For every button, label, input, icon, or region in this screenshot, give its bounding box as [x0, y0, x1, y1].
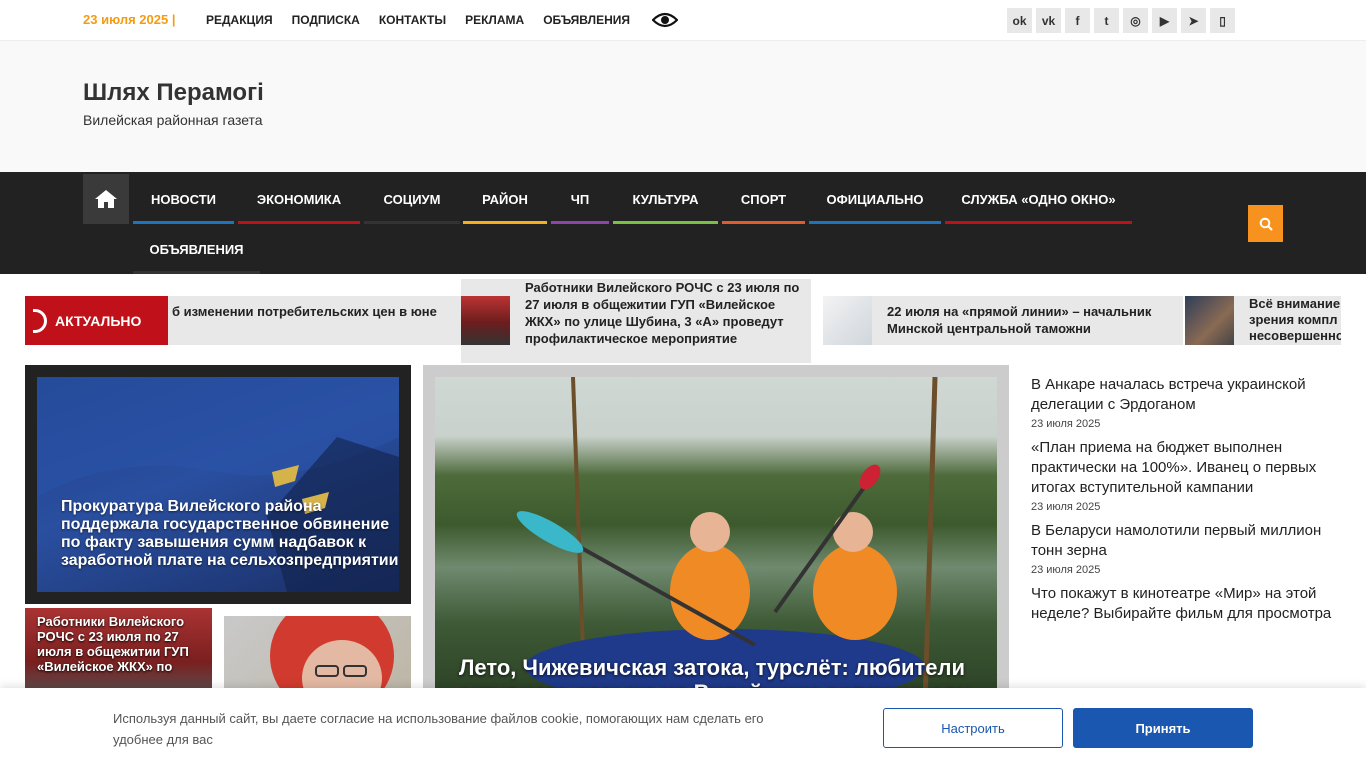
site-header: Шлях Перамогі Вилейская районная газета: [0, 41, 1366, 172]
top-nav-advertising[interactable]: РЕКЛАМА: [465, 13, 524, 27]
featured-left-card[interactable]: Прокуратура Вилейского района поддержала…: [25, 365, 411, 604]
twitter-icon[interactable]: t: [1094, 8, 1119, 33]
ticker-item[interactable]: Работники Вилейского РОЧС с 23 июля по 2…: [461, 279, 811, 363]
cookie-settings-button[interactable]: Настроить: [883, 708, 1063, 748]
top-nav: РЕДАКЦИЯ ПОДПИСКА КОНТАКТЫ РЕКЛАМА ОБЪЯВ…: [206, 13, 630, 27]
featured-left-title[interactable]: Прокуратура Вилейского района поддержала…: [61, 498, 399, 570]
nav-society[interactable]: СОЦИУМ: [364, 174, 460, 224]
current-date: 23 июля 2025 |: [83, 12, 175, 27]
site-title[interactable]: Шлях Перамогі: [83, 79, 264, 107]
nav-emergency[interactable]: ЧП: [551, 174, 609, 224]
cookie-accept-button[interactable]: Принять: [1073, 708, 1253, 748]
list-item: В Анкаре началась встреча украинской дел…: [1031, 375, 1341, 430]
site-subtitle: Вилейская районная газета: [83, 112, 263, 128]
top-nav-subscription[interactable]: ПОДПИСКА: [292, 13, 360, 27]
news-link[interactable]: В Анкаре началась встреча украинской дел…: [1031, 375, 1341, 415]
ticker-item-text: б изменении потребительских цен в юне: [172, 304, 437, 319]
list-item: «План приема на бюджет выполнен практиче…: [1031, 438, 1341, 513]
news-date: 23 июля 2025: [1031, 418, 1101, 430]
search-icon: [1259, 217, 1273, 231]
ticker-label-text: АКТУАЛЬНО: [55, 312, 142, 329]
instagram-icon[interactable]: ◎: [1123, 8, 1148, 33]
broadcast-icon: [33, 309, 47, 333]
home-icon: [95, 190, 117, 208]
nav-sport[interactable]: СПОРТ: [722, 174, 805, 224]
news-date: 23 июля 2025: [1031, 501, 1101, 513]
nav-announcements[interactable]: ОБЪЯВЛЕНИЯ: [133, 224, 260, 274]
nav-official[interactable]: ОФИЦИАЛЬНО: [809, 174, 941, 224]
top-nav-announcements[interactable]: ОБЪЯВЛЕНИЯ: [543, 13, 630, 27]
nav-culture[interactable]: КУЛЬТУРА: [613, 174, 718, 224]
search-button[interactable]: [1248, 205, 1283, 242]
nav-one-window[interactable]: СЛУЖБА «ОДНО ОКНО»: [945, 174, 1132, 224]
telegram-icon[interactable]: ➤: [1181, 8, 1206, 33]
ticker-item-text: Работники Вилейского РОЧС с 23 июля по 2…: [525, 280, 800, 346]
social-links: ok vk f t ◎ ▶ ➤ ▯: [1007, 8, 1235, 33]
news-date: 23 июля 2025: [1031, 564, 1101, 576]
ticker-label: АКТУАЛЬНО: [25, 296, 168, 345]
ticker-item[interactable]: б изменении потребительских цен в юне: [168, 296, 461, 345]
nav-news[interactable]: НОВОСТИ: [133, 174, 234, 224]
odnoklassniki-icon[interactable]: ok: [1007, 8, 1032, 33]
news-link[interactable]: В Беларуси намолотили первый миллион тон…: [1031, 521, 1341, 561]
ticker-thumbnail: [823, 296, 872, 345]
main-nav: НОВОСТИ ЭКОНОМИКА СОЦИУМ РАЙОН ЧП КУЛЬТУ…: [0, 172, 1366, 274]
nav-district[interactable]: РАЙОН: [463, 174, 547, 224]
facebook-icon[interactable]: f: [1065, 8, 1090, 33]
news-link[interactable]: «План приема на бюджет выполнен практиче…: [1031, 438, 1341, 498]
small-card-left[interactable]: Работники Вилейского РОЧС с 23 июля по 2…: [25, 608, 212, 698]
featured-left-image: Прокуратура Вилейского района поддержала…: [37, 377, 399, 592]
nav-economy[interactable]: ЭКОНОМИКА: [238, 174, 360, 224]
top-nav-editorial[interactable]: РЕДАКЦИЯ: [206, 13, 273, 27]
youtube-icon[interactable]: ▶: [1152, 8, 1177, 33]
date-separator: |: [171, 12, 176, 27]
cookie-text: Используя данный сайт, вы даете согласие…: [113, 711, 764, 747]
small-card-left-title[interactable]: Работники Вилейского РОЧС с 23 июля по 2…: [37, 614, 207, 674]
featured-center-image: Лето, Чижевичская затока, турслёт: любит…: [435, 377, 997, 705]
featured-center-card[interactable]: Лето, Чижевичская затока, турслёт: любит…: [423, 365, 1009, 705]
top-bar: 23 июля 2025 | РЕДАКЦИЯ ПОДПИСКА КОНТАКТ…: [0, 0, 1366, 41]
date-text: 23 июля 2025: [83, 12, 169, 27]
top-nav-contacts[interactable]: КОНТАКТЫ: [379, 13, 446, 27]
latest-news-list: В Анкаре началась встреча украинской дел…: [1031, 375, 1341, 632]
list-item: В Беларуси намолотили первый миллион тон…: [1031, 521, 1341, 576]
cookie-banner: Используя данный сайт, вы даете согласие…: [0, 688, 1366, 768]
person-photo: [270, 616, 394, 698]
news-link[interactable]: Что покажут в кинотеатре «Мир» на этой н…: [1031, 584, 1341, 624]
phone-icon[interactable]: ▯: [1210, 8, 1235, 33]
ticker-thumbnail: [1185, 296, 1234, 345]
small-card-right[interactable]: [224, 616, 411, 698]
home-button[interactable]: [83, 174, 129, 224]
vk-icon[interactable]: vk: [1036, 8, 1061, 33]
ticker-item[interactable]: 22 июля на «прямой линии» – начальник Ми…: [823, 296, 1183, 345]
ticker-item-text: Всё внимание зрения компл несовершенно: [1249, 296, 1341, 343]
ticker-item[interactable]: Всё внимание зрения компл несовершенно: [1185, 296, 1341, 345]
ticker-thumbnail: [461, 296, 510, 345]
eye-icon[interactable]: [652, 10, 678, 30]
news-ticker: АКТУАЛЬНО б изменении потребительских це…: [25, 279, 1341, 363]
ticker-item-text: 22 июля на «прямой линии» – начальник Ми…: [887, 304, 1152, 336]
list-item: Что покажут в кинотеатре «Мир» на этой н…: [1031, 584, 1341, 624]
